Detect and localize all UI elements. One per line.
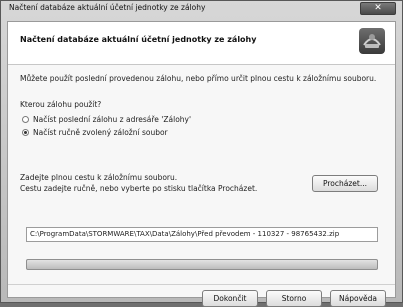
dialog-client: Načtení databáze aktuální účetní jednotk… (7, 21, 396, 307)
header-title: Načtení databáze aktuální účetní jednotk… (20, 35, 257, 44)
path-help-line1: Zadejte plnou cestu k záložnímu souboru. (20, 173, 178, 182)
help-button[interactable]: Nápověda (330, 290, 386, 307)
window-title: Načtení databáze aktuální účetní jednotk… (9, 3, 206, 12)
close-icon: ✕ (374, 3, 382, 13)
option-last-backup-label[interactable]: Načíst poslední zálohu z adresáře 'Záloh… (33, 115, 191, 124)
close-button[interactable]: ✕ (360, 2, 396, 15)
question-label: Kterou zálohu použít? (20, 100, 102, 109)
wizard-header: Načtení databáze aktuální účetní jednotk… (8, 22, 395, 65)
radio-manual-file[interactable] (22, 129, 29, 136)
backup-path-input[interactable]: C:\ProgramData\STORMWARE\TAX\Data\Zálohy… (26, 227, 378, 242)
radio-last-backup[interactable] (22, 116, 29, 123)
footer-separator (8, 284, 395, 285)
path-help-line2: Cestu zadejte ručně, nebo vyberte po sti… (20, 184, 258, 193)
browse-button[interactable]: Procházet... (312, 175, 378, 192)
database-wizard-icon (359, 28, 385, 54)
progress-bar (26, 259, 378, 270)
cancel-button[interactable]: Storno (266, 290, 322, 307)
title-bar[interactable]: Načtení databáze aktuální účetní jednotk… (1, 1, 402, 17)
option-manual-file-label[interactable]: Načíst ručně zvolený záložní soubor (33, 128, 168, 137)
intro-text: Můžete použít poslední provedenou zálohu… (20, 74, 377, 83)
finish-button[interactable]: Dokončit (202, 290, 258, 307)
dialog-window: Načtení databáze aktuální účetní jednotk… (0, 0, 403, 307)
